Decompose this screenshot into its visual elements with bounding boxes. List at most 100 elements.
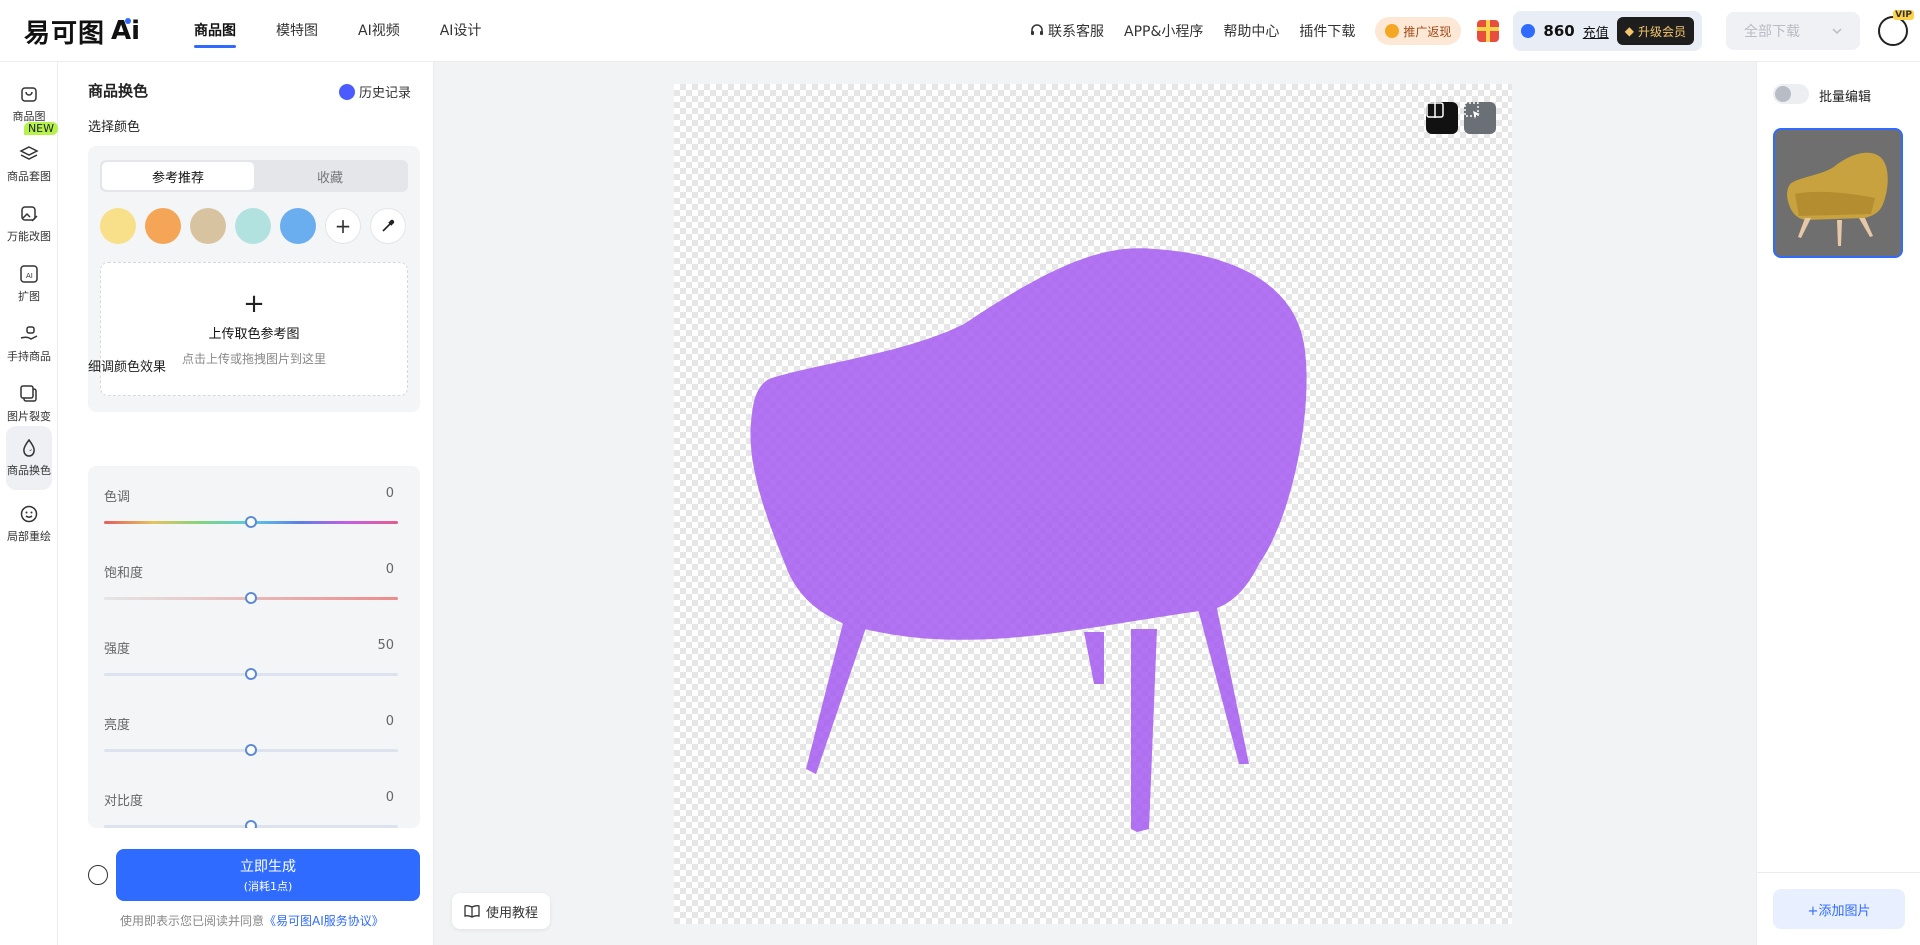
tab-product-image[interactable]: 商品图 (174, 0, 256, 62)
choose-color-label: 选择颜色 (88, 120, 141, 135)
rail-item-product-set[interactable]: NEW 商品套图 (6, 122, 58, 196)
svg-text:AI: AI (26, 272, 33, 280)
slider-track[interactable] (104, 592, 398, 604)
tab-favorites[interactable]: 收藏 (254, 162, 406, 190)
promo-button[interactable]: 推广返现 (1375, 17, 1462, 45)
slider-knob[interactable] (245, 592, 257, 604)
batch-edit-label: 批量编辑 (1819, 90, 1872, 105)
brightness-slider: 亮度 0 (104, 714, 404, 756)
swatch-list: + (100, 208, 406, 244)
link-icon[interactable] (88, 865, 108, 885)
tab-model-image[interactable]: 模特图 (256, 0, 338, 62)
coin-icon (1385, 24, 1400, 38)
swatch-yellow[interactable] (100, 208, 136, 244)
contrast-slider: 对比度 0 (104, 790, 404, 828)
compare-button[interactable] (1426, 102, 1458, 134)
slider-track[interactable] (104, 744, 398, 756)
slider-track[interactable] (104, 820, 398, 828)
main-nav: 商品图 模特图 AI视频 AI设计 (174, 0, 501, 62)
upload-title: 上传取色参考图 (208, 327, 300, 342)
header-actions: 联系客服 APP&小程序 帮助中心 插件下载 推广返现 860 充值 ◆ 升级会… (1030, 0, 1920, 62)
add-image-button[interactable]: +添加图片 (1773, 889, 1905, 929)
tutorial-label: 使用教程 (486, 905, 539, 921)
slider-knob[interactable] (245, 516, 257, 528)
batch-edit-toggle[interactable] (1773, 84, 1809, 104)
service-agreement-link[interactable]: 《易可图AI服务协议》 (264, 914, 384, 928)
generate-row: 立即生成 (消耗1点) (88, 849, 420, 901)
chair-mask (750, 248, 1307, 832)
panel-title: 商品换色 (88, 82, 149, 100)
chevron-down-icon (1832, 28, 1842, 34)
slider-value: 0 (385, 562, 394, 577)
expand-icon: AI (20, 265, 38, 283)
rail-item-handheld[interactable]: 手持商品 (6, 312, 52, 376)
tab-ai-design[interactable]: AI设计 (420, 0, 502, 62)
chair-thumbnail-picture (1775, 130, 1901, 256)
gift-icon[interactable] (1477, 20, 1500, 42)
tutorial-button[interactable]: 使用教程 (452, 893, 551, 929)
select-area-button[interactable] (1464, 102, 1496, 134)
points-icon (1521, 24, 1536, 38)
layers-icon (19, 146, 39, 160)
slider-knob[interactable] (245, 820, 257, 828)
swatch-tan[interactable] (190, 208, 226, 244)
saturation-slider: 饱和度 0 (104, 562, 404, 604)
chair-leg-back-right (1194, 594, 1249, 764)
history-button[interactable]: 历史记录 (338, 82, 411, 101)
tab-recommended[interactable]: 参考推荐 (102, 162, 254, 190)
eyedropper-icon (382, 219, 395, 232)
upgrade-label: 升级会员 (1637, 24, 1686, 39)
app-link[interactable]: APP&小程序 (1124, 21, 1203, 41)
rail-label: 商品换色 (7, 464, 51, 477)
headset-icon (1031, 24, 1044, 35)
image-stage[interactable] (674, 84, 1512, 924)
plus-icon: + (243, 289, 265, 319)
new-badge: NEW (23, 122, 58, 135)
download-all-select[interactable]: 全部下载 (1726, 12, 1860, 50)
slider-track[interactable] (104, 516, 398, 528)
chair-leg-back-left (1084, 632, 1104, 684)
points-count: 860 (1543, 22, 1575, 40)
slider-label: 对比度 (104, 794, 144, 809)
upgrade-button[interactable]: ◆ 升级会员 (1616, 17, 1694, 45)
generate-button[interactable]: 立即生成 (消耗1点) (116, 849, 420, 901)
bag-icon (21, 87, 37, 102)
slider-knob[interactable] (245, 668, 257, 680)
face-icon (20, 505, 38, 523)
slider-knob[interactable] (245, 744, 257, 756)
app-logo[interactable]: 易可图 Ai (24, 14, 141, 49)
tool-rail: 商品图 NEW 商品套图 万能改图 AI 扩图 手持商品 图片裂变 商品换色 局… (0, 62, 58, 945)
recharge-link[interactable]: 充值 (1583, 22, 1609, 41)
rail-item-expand[interactable]: AI 扩图 (6, 252, 52, 316)
color-source-tabs: 参考推荐 收藏 (100, 160, 408, 192)
avatar[interactable] (1878, 10, 1914, 46)
logo-text: 易可图 (24, 18, 106, 49)
slider-label: 色调 (104, 490, 131, 505)
slider-value: 50 (377, 638, 394, 653)
adjust-card: 色调 0 饱和度 0 强度 50 亮度 0 对比度 0 (88, 466, 420, 828)
divider (1757, 872, 1920, 873)
swatch-blue[interactable] (280, 208, 316, 244)
logo-ai: Ai (111, 16, 141, 46)
chair-leg-front-right (1131, 629, 1157, 832)
top-bar: 易可图 Ai 商品图 模特图 AI视频 AI设计 联系客服 APP&小程序 帮助… (0, 0, 1920, 62)
agreement-text: 使用即表示您已阅读并同意《易可图AI服务协议》 (120, 912, 384, 929)
swatch-mint[interactable] (235, 208, 271, 244)
plugin-link[interactable]: 插件下载 (1299, 21, 1355, 41)
rail-label: 图片裂变 (7, 410, 51, 423)
slider-track[interactable] (104, 668, 398, 680)
tab-ai-video[interactable]: AI视频 (338, 0, 420, 62)
eyedropper-button[interactable] (370, 208, 406, 244)
add-color-button[interactable]: + (325, 208, 361, 244)
rail-label: 万能改图 (7, 230, 51, 243)
image-thumbnail[interactable] (1773, 128, 1903, 258)
rail-item-inpaint[interactable]: 局部重绘 (6, 492, 52, 556)
customer-service-link[interactable]: 联系客服 (1030, 21, 1104, 41)
help-link[interactable]: 帮助中心 (1223, 21, 1279, 41)
rail-item-recolor[interactable]: 商品换色 (6, 426, 52, 490)
chair-body (750, 248, 1307, 640)
rail-item-universal-edit[interactable]: 万能改图 (6, 192, 52, 256)
reference-upload[interactable]: + 上传取色参考图 点击上传或拖拽图片到这里 (100, 262, 408, 396)
swatch-orange[interactable] (145, 208, 181, 244)
select-area-icon (1464, 102, 1480, 119)
